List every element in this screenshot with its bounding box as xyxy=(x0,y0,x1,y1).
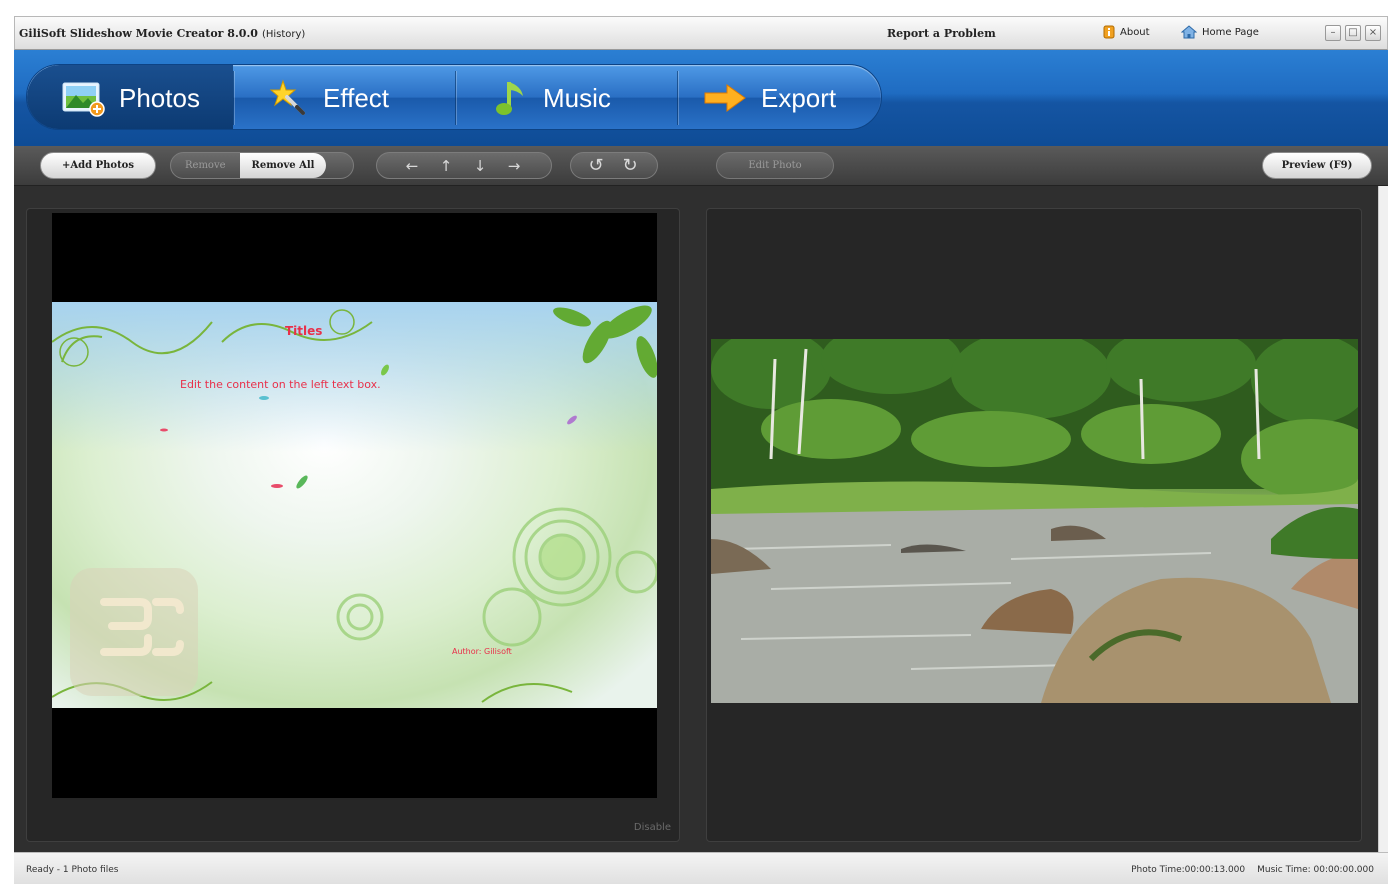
photo-time: Photo Time:00:00:13.000 xyxy=(1131,865,1246,875)
remove-group: Remove Remove All xyxy=(170,152,354,179)
music-note-icon xyxy=(496,82,523,115)
home-icon xyxy=(1181,25,1197,39)
edit-photo-button[interactable]: Edit Photo xyxy=(716,152,834,179)
tab-export-label: Export xyxy=(761,82,837,113)
title-bar: GiliSoft Slideshow Movie Creator 8.0.0 (H… xyxy=(14,16,1388,50)
tab-strip: Photos Effect Music Export xyxy=(26,64,882,130)
move-down-button[interactable]: ↓ xyxy=(463,153,497,178)
music-time: Music Time: 00:00:00.000 xyxy=(1257,865,1374,875)
add-photos-button[interactable]: +Add Photos xyxy=(40,152,156,179)
tab-photos-label: Photos xyxy=(119,82,200,113)
tab-divider xyxy=(677,71,678,125)
rotate-left-button[interactable]: ↺ xyxy=(579,153,613,178)
tab-export[interactable]: Export xyxy=(679,65,881,129)
rotate-right-button[interactable]: ↻ xyxy=(613,153,647,178)
slide-body-text[interactable]: Edit the content on the left text box. xyxy=(180,378,381,391)
effect-wand-icon xyxy=(269,79,305,115)
preview-button[interactable]: Preview (F9) xyxy=(1262,152,1372,179)
app-title: GiliSoft Slideshow Movie Creator 8.0.0 (H… xyxy=(19,27,305,40)
remove-button[interactable]: Remove xyxy=(171,153,240,178)
home-label: Home Page xyxy=(1202,26,1259,38)
river-photo-image xyxy=(711,339,1358,703)
report-problem-link[interactable]: Report a Problem xyxy=(887,27,996,40)
slide-author-text[interactable]: Author: Gilisoft xyxy=(452,647,512,656)
time-info: Photo Time:00:00:13.000 Music Time: 00:0… xyxy=(1131,865,1374,875)
photos-icon xyxy=(62,82,105,117)
slide-title-text[interactable]: Titles xyxy=(285,324,322,338)
rotate-group: ↺ ↻ xyxy=(570,152,658,179)
tab-effect-label: Effect xyxy=(323,82,390,113)
move-left-button[interactable]: ← xyxy=(395,153,429,178)
move-group: ← ↑ ↓ → xyxy=(376,152,552,179)
about-label: About xyxy=(1120,26,1150,38)
status-text: Ready - 1 Photo files xyxy=(26,865,119,875)
river-photo[interactable] xyxy=(711,339,1358,703)
maximize-button[interactable]: □ xyxy=(1345,25,1361,41)
minimize-button[interactable]: – xyxy=(1325,25,1341,41)
about-link[interactable]: About xyxy=(1103,25,1150,39)
home-page-link[interactable]: Home Page xyxy=(1181,25,1259,39)
export-arrow-icon xyxy=(704,84,746,112)
move-up-button[interactable]: ↑ xyxy=(429,153,463,178)
slide-canvas[interactable]: Titles Edit the content on the left text… xyxy=(52,213,657,798)
tab-music[interactable]: Music xyxy=(457,65,677,129)
app-subtitle: (History) xyxy=(261,29,306,40)
scrollbar[interactable] xyxy=(1378,186,1388,852)
about-icon xyxy=(1103,25,1115,39)
move-right-button[interactable]: → xyxy=(497,153,531,178)
tab-divider xyxy=(233,71,234,125)
slide-editor-panel: Titles Edit the content on the left text… xyxy=(26,208,680,842)
tab-divider xyxy=(455,71,456,125)
title-slide[interactable]: Titles Edit the content on the left text… xyxy=(52,302,657,708)
status-bar: Ready - 1 Photo files Photo Time:00:00:1… xyxy=(14,852,1388,884)
tab-effect[interactable]: Effect xyxy=(235,65,455,129)
main-tab-bar: Photos Effect Music Export xyxy=(14,50,1388,146)
tab-music-label: Music xyxy=(543,82,611,113)
app-title-text: GiliSoft Slideshow Movie Creator 8.0.0 xyxy=(19,27,258,40)
preview-panel xyxy=(706,208,1362,842)
tab-photos[interactable]: Photos xyxy=(27,65,233,129)
photo-toolbar: +Add Photos Remove Remove All ← ↑ ↓ → ↺ … xyxy=(14,146,1388,186)
workspace: Titles Edit the content on the left text… xyxy=(14,186,1388,852)
close-button[interactable]: × xyxy=(1365,25,1381,41)
remove-all-button[interactable]: Remove All xyxy=(239,153,327,178)
disable-label[interactable]: Disable xyxy=(634,822,671,833)
slide-decoration xyxy=(52,305,657,703)
